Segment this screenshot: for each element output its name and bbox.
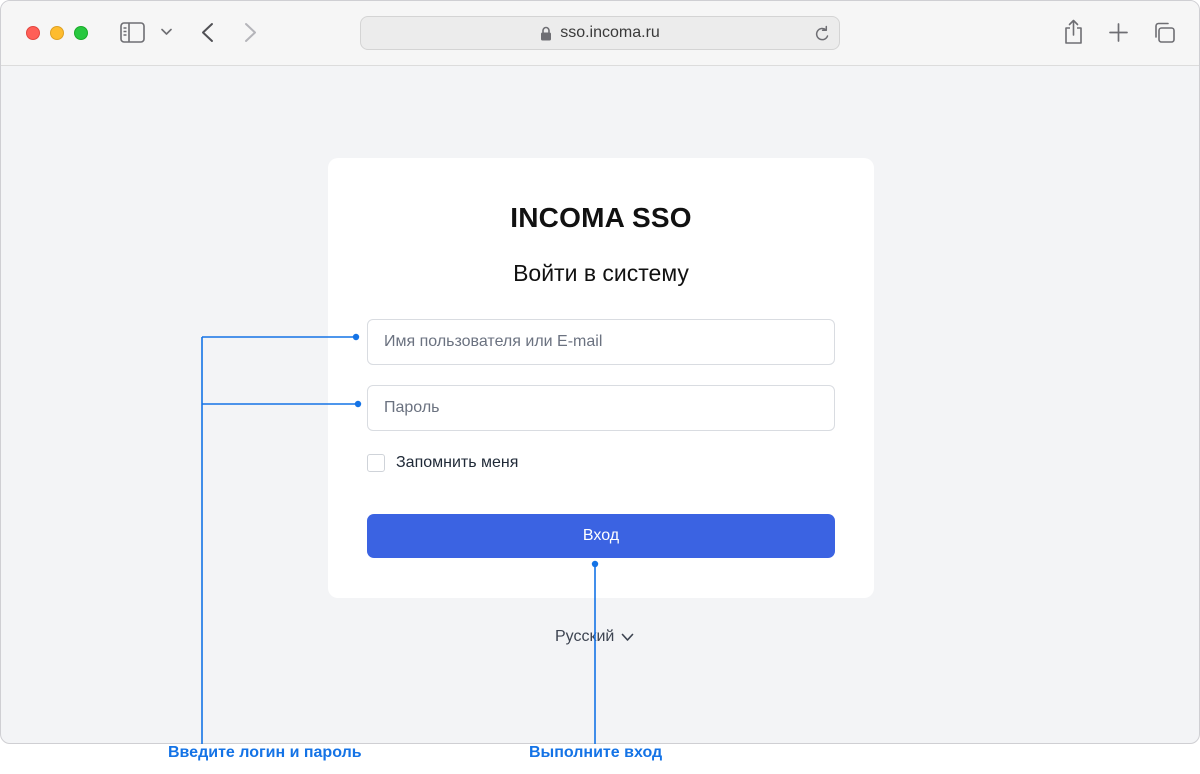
zoom-window-button[interactable] [74, 26, 88, 40]
plus-icon[interactable] [1109, 23, 1128, 42]
browser-toolbar: sso.incoma.ru [1, 1, 1199, 66]
remember-me-checkbox[interactable] [367, 454, 385, 472]
login-card: INCOMA SSO Войти в систему Запомнить мен… [328, 158, 874, 598]
password-input[interactable] [367, 385, 835, 431]
login-subtitle: Войти в систему [513, 260, 689, 286]
lock-icon [540, 26, 552, 41]
address-url: sso.incoma.ru [560, 24, 660, 41]
chevron-left-icon[interactable] [200, 22, 214, 43]
remember-me-label: Запомнить меня [396, 454, 519, 471]
callout-login-hint: Введите логин и пароль [168, 744, 362, 761]
chevron-down-icon[interactable] [161, 28, 172, 36]
callout-submit-hint: Выполните вход [529, 744, 663, 761]
language-selected: Русский [555, 628, 615, 645]
chevron-right-icon[interactable] [244, 22, 258, 43]
sidebar-icon[interactable] [120, 22, 145, 43]
reload-icon[interactable] [814, 25, 831, 43]
language-selector[interactable]: Русский [555, 628, 634, 646]
share-icon[interactable] [1063, 19, 1084, 45]
close-window-button[interactable] [26, 26, 40, 40]
username-input[interactable] [367, 319, 835, 365]
address-bar[interactable]: sso.incoma.ru [360, 16, 840, 50]
tabs-icon[interactable] [1153, 22, 1176, 44]
login-button[interactable]: Вход [367, 514, 835, 558]
browser-window: sso.incoma.ru INCOMA SSO Войти в систему… [0, 0, 1200, 744]
chevron-down-icon [621, 633, 634, 642]
remember-me-control[interactable]: Запомнить меня [367, 453, 518, 473]
minimize-window-button[interactable] [50, 26, 64, 40]
login-title: INCOMA SSO [510, 202, 692, 233]
